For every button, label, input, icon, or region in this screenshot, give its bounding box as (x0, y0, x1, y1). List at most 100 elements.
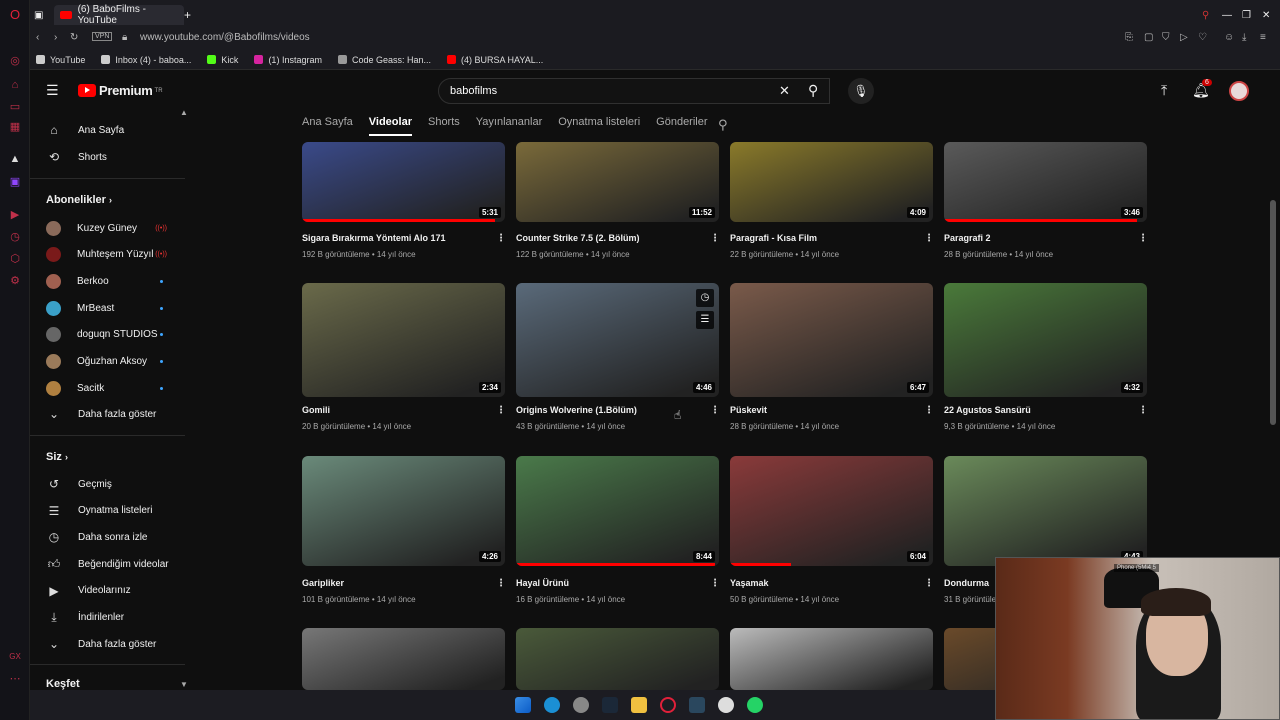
opera-icon[interactable] (660, 697, 676, 713)
tab-3[interactable]: Yayınlananlar (476, 116, 542, 136)
maximize-button[interactable]: ❐ (1242, 5, 1251, 25)
menu-icon[interactable]: ≡ (1260, 32, 1266, 43)
news-icon[interactable]: ▦ (8, 120, 22, 134)
explore-header[interactable]: Keşfet (46, 678, 80, 690)
sidebar-item-subscription[interactable]: Sacitk (30, 376, 185, 400)
whatsapp-icon[interactable] (747, 697, 763, 713)
steam-client-icon[interactable] (689, 697, 705, 713)
twitch-icon[interactable]: ▣ (8, 175, 22, 189)
tab-icon[interactable]: ▢ (1144, 32, 1153, 43)
subscriptions-header[interactable]: Abonelikler › (46, 194, 112, 206)
extensions-rail-icon[interactable]: ⬡ (8, 252, 22, 266)
more-options-icon[interactable]: ⋮ (496, 405, 506, 416)
tab-youtube[interactable]: (6) BaboFilms - YouTube (54, 4, 184, 26)
upload-icon[interactable]: ⤒ (1161, 82, 1167, 99)
video-title[interactable]: Hayal Ürünü (516, 578, 701, 588)
shield-icon[interactable]: ⛉ (1162, 32, 1170, 43)
more-options-icon[interactable]: ⋮ (496, 578, 506, 589)
video-thumbnail[interactable]: 4:09 (730, 142, 933, 222)
video-title[interactable]: Counter Strike 7.5 (2. Bölüm) (516, 233, 701, 243)
bookmark-kick[interactable]: Kick (207, 55, 238, 65)
obs-icon[interactable] (718, 697, 734, 713)
video-thumbnail[interactable]: 3:46 (944, 142, 1147, 222)
youtube-logo[interactable]: Premium TR (78, 83, 163, 98)
tab-4[interactable]: Oynatma listeleri (558, 116, 640, 136)
video-title[interactable]: Sigara Bırakırma Yöntemi Alo 171 (302, 233, 487, 243)
video-thumbnail[interactable]: 5:31 (302, 142, 505, 222)
bookmark-instagram[interactable]: (1) Instagram (254, 55, 322, 65)
search-tabs-icon[interactable]: ⚲ (1202, 5, 1209, 25)
windows-start-icon[interactable] (515, 697, 531, 713)
tab-5[interactable]: Gönderiler (656, 116, 707, 136)
video-thumbnail[interactable]: 4:32 (944, 283, 1147, 397)
sidebar-scroll-down-icon[interactable]: ▼ (180, 680, 188, 689)
sidebar-item-subscription[interactable]: Muhteşem Yüzyıl ((•)) (30, 243, 185, 267)
sidebar-item-video[interactable]: ▶ Videolarınız (30, 579, 185, 603)
steam-icon[interactable] (602, 697, 618, 713)
bookmark-youtube[interactable]: YouTube (36, 55, 85, 65)
video-title[interactable]: Paragrafi 2 (944, 233, 1129, 243)
vpn-badge[interactable]: VPN (92, 32, 113, 41)
workspace-icon[interactable]: ▲ (8, 152, 22, 166)
sidebar-item-download[interactable]: ⤓ İndirilenler (30, 606, 185, 630)
sidebar-item-subscription[interactable]: Kuzey Güney ((•)) (30, 216, 185, 240)
video-title[interactable]: Gomili (302, 405, 487, 415)
sidebar-item-history[interactable]: ↺ Geçmiş (30, 472, 185, 496)
bookmark-bursa[interactable]: (4) BURSA HAYAL... (447, 55, 543, 65)
video-thumbnail[interactable] (516, 628, 719, 690)
search-input[interactable]: babofilms (438, 78, 830, 104)
player-icon[interactable]: ▶ (8, 208, 22, 222)
url-field[interactable]: www.youtube.com/@Babofilms/videos (140, 32, 310, 43)
download-bar-icon[interactable]: ⤓ (1242, 32, 1246, 43)
more-options-icon[interactable]: ⋮ (710, 405, 720, 416)
hamburger-menu-icon[interactable]: ☰ (46, 83, 60, 97)
folder-icon[interactable] (631, 697, 647, 713)
back-icon[interactable]: ‹ (36, 32, 39, 43)
more-options-icon[interactable]: ⋮ (924, 233, 934, 244)
tab-1[interactable]: Videolar (368, 116, 412, 136)
video-thumbnail[interactable]: 6:47 (730, 283, 933, 397)
messenger-icon[interactable]: ▭ (8, 100, 22, 114)
video-thumbnail[interactable]: 8:44 (516, 456, 719, 566)
video-thumbnail[interactable] (730, 628, 933, 690)
new-tab-button[interactable]: + (184, 5, 198, 25)
settings-icon[interactable] (573, 697, 589, 713)
sidebar-item-shorts[interactable]: ⟲ Shorts (30, 145, 185, 169)
sidebar-scroll-up-icon[interactable]: ▲ (180, 108, 188, 117)
more-options-icon[interactable]: ⋮ (1138, 233, 1148, 244)
bookmark-code-geass[interactable]: Code Geass: Han... (337, 55, 431, 65)
opera-logo-icon[interactable]: O (8, 8, 22, 22)
video-thumbnail[interactable]: 2:34 (302, 283, 505, 397)
sidebar-item-subscription[interactable]: MrBeast (30, 296, 185, 320)
video-title[interactable]: Püskevit (730, 405, 915, 415)
play-icon[interactable]: ▷ (1180, 32, 1188, 43)
minimize-button[interactable]: — (1222, 5, 1232, 25)
bookmark-inbox[interactable]: Inbox (4) - baboa... (101, 55, 191, 65)
you-show-more[interactable]: ⌄ Daha fazla göster (30, 632, 185, 656)
edge-icon[interactable] (544, 697, 560, 713)
more-options-icon[interactable]: ⋮ (496, 233, 506, 244)
page-scrollbar[interactable] (1270, 200, 1276, 425)
tab-2[interactable]: Shorts (428, 116, 460, 136)
forward-icon[interactable]: › (54, 32, 57, 43)
video-thumbnail[interactable]: 4:46 (516, 283, 719, 397)
video-title[interactable]: 22 Agustos Sansürü (944, 405, 1129, 415)
heart-icon[interactable]: ♡ (1198, 32, 1207, 43)
you-header[interactable]: Siz › (46, 451, 68, 463)
sidebar-item-subscription[interactable]: Oğuzhan Aksoy (30, 350, 185, 374)
mic-icon[interactable]: 🎙︎ (848, 78, 874, 104)
more-options-icon[interactable]: ⋮ (710, 578, 720, 589)
channel-search-icon[interactable]: ⚲ (718, 117, 728, 133)
video-thumbnail[interactable]: 4:43 (944, 456, 1147, 566)
sidebar-item-clock[interactable]: ◷ Daha sonra izle (30, 525, 185, 549)
sidebar-item-home[interactable]: ⌂ Ana Sayfa (30, 118, 185, 142)
account-icon[interactable]: ☺ (1224, 32, 1234, 43)
ai-icon[interactable]: ⌂ (8, 78, 22, 92)
video-title[interactable]: Yaşamak (730, 578, 915, 588)
video-thumbnail[interactable]: 6:04 (730, 456, 933, 566)
sidebar-item-like[interactable]: 👍︎ Beğendiğim videolar (30, 552, 185, 576)
snapshot-icon[interactable]: ⎘ (1125, 32, 1133, 43)
tab-0[interactable]: Ana Sayfa (302, 116, 353, 136)
more-options-icon[interactable]: ⋮ (1138, 405, 1148, 416)
clear-search-icon[interactable]: ✕ (779, 83, 790, 99)
